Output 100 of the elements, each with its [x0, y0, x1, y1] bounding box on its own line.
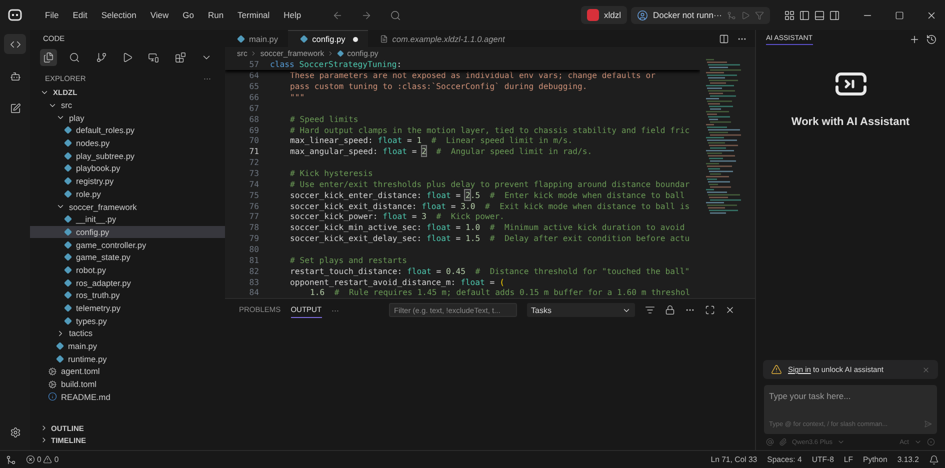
code-line: soccer_kick_exit_delay_sec: float = 1.5 # Delay after exit condition before actu	[290, 233, 690, 244]
gear-icon	[48, 366, 57, 376]
tree-item[interactable]: agent.toml	[30, 365, 225, 378]
code-line: # Speed limits	[290, 114, 358, 124]
code-line: """	[290, 92, 305, 102]
branch-icon	[96, 52, 107, 63]
at-sign-icon	[766, 438, 774, 446]
tree-item[interactable]: default_roles.py	[30, 124, 225, 137]
close-icon	[926, 10, 937, 20]
tree-item[interactable]: tactics	[30, 327, 225, 340]
menu-item[interactable]: Terminal	[232, 10, 275, 20]
search-icon	[69, 52, 80, 63]
docker-status-button[interactable]: Docker not runn···	[631, 6, 770, 24]
line-number: 65	[248, 81, 259, 92]
tree-item[interactable]: play_subtree.py	[30, 149, 225, 162]
tree-item[interactable]: play	[30, 111, 225, 124]
tree-item[interactable]: types.py	[30, 314, 225, 328]
line-number: 75	[248, 190, 259, 200]
code-line: opponent_restart_avoid_distance_m: float = (	[290, 276, 504, 287]
diamond-icon	[300, 35, 308, 43]
line-number: 83	[248, 276, 259, 287]
close-icon	[922, 366, 930, 374]
chevron-right-icon	[250, 50, 258, 56]
filter-icon	[755, 10, 764, 20]
line-number: 64	[248, 70, 259, 80]
code-line: class SoccerStrategyTuning:	[270, 59, 402, 70]
tree-item[interactable]: robot.py	[30, 264, 225, 276]
chevron-down-icon	[914, 438, 922, 446]
tree-item[interactable]: ros_adapter.py	[30, 276, 225, 289]
menu-item[interactable]: View	[145, 10, 174, 20]
back-arrow-icon[interactable]	[332, 10, 344, 20]
line-number: 68	[248, 114, 259, 124]
account-button[interactable]: xldzl	[581, 6, 628, 24]
menu-item[interactable]: Help	[278, 10, 306, 20]
menu-item[interactable]: File	[40, 10, 64, 20]
menu-item[interactable]: Go	[178, 10, 199, 20]
task-input-field[interactable]: Type your task here...	[769, 391, 932, 401]
code-line: # Kick hysteresis	[290, 168, 373, 178]
warning-icon	[43, 455, 52, 464]
output-channel-select[interactable]: Tasks	[527, 303, 636, 317]
tree-item[interactable]: build.toml	[30, 378, 225, 390]
lock-icon	[665, 305, 676, 315]
chevron-right-icon	[56, 328, 65, 338]
send-icon	[924, 420, 932, 428]
search-icon[interactable]	[390, 10, 402, 20]
line-number: 57	[248, 59, 259, 70]
error-icon	[26, 455, 35, 464]
tree-item[interactable]: registry.py	[30, 174, 225, 188]
menu-item[interactable]: Selection	[96, 10, 142, 20]
code-line: restart_touch_distance: float = 0.45 # Distance threshold for "touched the ball"	[290, 266, 690, 276]
code-line: pass custom tuning to :class:`SoccerConfig` during debugging.	[290, 81, 588, 92]
code-line: These parameters are not exposed as individual env vars; change defaults or	[290, 70, 656, 80]
robot-icon	[10, 70, 20, 82]
app-logo-icon	[8, 8, 22, 22]
gear-icon	[48, 380, 57, 389]
play-icon	[122, 52, 133, 63]
tree-item[interactable]: runtime.py	[30, 352, 225, 366]
forward-arrow-icon[interactable]	[361, 10, 372, 20]
line-number: 76	[248, 200, 259, 211]
line-number: 77	[248, 211, 259, 222]
explorer-tool-button[interactable]	[40, 49, 57, 66]
tree-item[interactable]: config.py	[30, 226, 225, 238]
assistant-heading: Work with AI Assistant	[791, 116, 910, 128]
tree-item[interactable]: game_controller.py	[30, 238, 225, 251]
code-line: max_angular_speed: float = 2 # Angular speed limit in rad/s.	[290, 146, 592, 156]
assistant-logo-icon	[834, 70, 866, 98]
line-number: 80	[248, 244, 259, 254]
tree-item[interactable]: game_state.py	[30, 250, 225, 264]
tree-item[interactable]: main.py	[30, 340, 225, 352]
tree-item[interactable]: nodes.py	[30, 136, 225, 150]
close-icon	[725, 305, 736, 315]
code-line: 1.6 # Rule requires 1.45 m; default adds 0.15 m buffer for a 1.60 m threshol	[310, 287, 690, 298]
maximize-icon	[895, 10, 904, 20]
layout-icon	[784, 10, 795, 20]
tree-item[interactable]: role.py	[30, 188, 225, 200]
menu-item[interactable]: Run	[202, 10, 229, 20]
tree-item[interactable]: playbook.py	[30, 162, 225, 175]
file-icon	[380, 35, 388, 43]
line-number: 71	[248, 146, 259, 156]
play-icon	[741, 10, 750, 20]
tree-item[interactable]: ros_truth.py	[30, 289, 225, 302]
editor-tab[interactable]: config.py	[288, 30, 368, 47]
line-number: 67	[248, 102, 259, 113]
menu-item[interactable]: Edit	[68, 10, 92, 20]
tree-item[interactable]: telemetry.py	[30, 302, 225, 314]
tree-item[interactable]: __init__.py	[30, 212, 225, 226]
circle-icon	[927, 438, 935, 446]
tree-item[interactable]: soccer_framework	[30, 200, 225, 213]
tree-item[interactable]: src	[30, 98, 225, 112]
line-number: 81	[248, 254, 259, 265]
code-line: soccer_kick_power: float = 3 # Kick power.	[290, 211, 504, 222]
code-view-button[interactable]	[4, 34, 26, 54]
chevron-down-icon	[837, 438, 846, 446]
tree-item[interactable]: README.md	[30, 390, 225, 404]
modified-dot	[353, 36, 358, 42]
blocks-icon	[174, 52, 186, 63]
code-line: max_linear_speed: float = 1 # Linear speed limit in m/s.	[290, 135, 573, 146]
panel-left-icon	[799, 10, 810, 20]
panel-right-icon	[829, 10, 840, 20]
diamond-icon	[237, 35, 245, 43]
